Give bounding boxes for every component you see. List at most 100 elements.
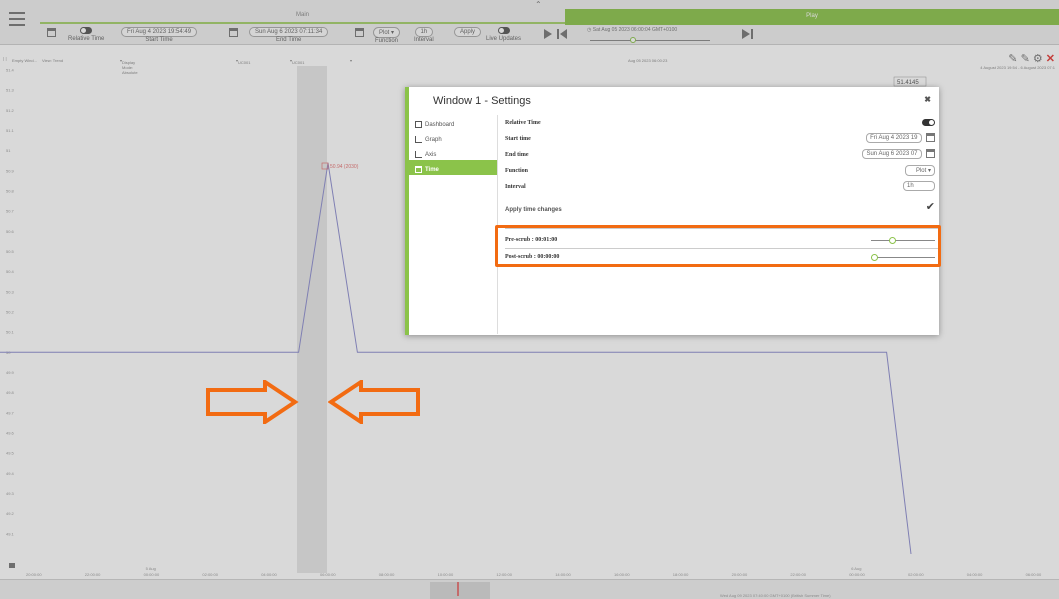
display-mode-select[interactable]: ▾ Display Mode: Absolute [120,58,138,75]
end-time-field[interactable]: Sun Aug 6 2023 07:11:34 [249,27,329,37]
axis-icon [415,151,422,158]
start-time-field[interactable]: Fri Aug 4 2023 19:54:49 [121,27,198,37]
apply-control[interactable]: Apply [454,27,482,37]
graph-icon [415,136,422,143]
close-icon[interactable]: ✖ [924,95,931,104]
interval-field[interactable]: 1h [414,27,434,37]
function-field[interactable]: Plot ▾ [905,165,935,176]
skip-back-icon[interactable] [560,29,567,39]
y-tick-label: 51.1 [6,128,15,133]
menu-icon[interactable] [9,12,25,26]
playback-slider-knob[interactable] [630,37,636,43]
y-tick-label: 50.8 [6,189,15,194]
tag-select-1[interactable]: ▾ UC001 [236,58,250,65]
y-tick-label: 50.2 [6,310,15,315]
x-tick-label: 20:00:00 [26,572,42,577]
link-icon[interactable]: ✎ [1021,53,1030,65]
skip-forward-icon[interactable] [742,29,750,39]
calendar-icon[interactable] [926,133,935,143]
nav-item-dashboard[interactable]: Dashboard [409,115,497,130]
function-select[interactable]: Plot ▾ [373,27,401,38]
x-tick-label: 06:00:00 [1026,572,1042,577]
window-name[interactable]: Empty Wind... [12,58,37,63]
function-control[interactable]: Plot ▾ Function [373,27,401,44]
y-tick-label: 49.1 [6,531,15,536]
tab-main[interactable]: Main [40,10,565,24]
left-arrow-icon [328,380,420,424]
calendar-icon[interactable] [47,28,56,39]
relative-time-row: Relative Time [505,115,941,131]
interval-field[interactable]: 1h [903,181,935,191]
y-tick-label: 50.4 [6,269,15,274]
edit-icon[interactable]: ✎ [1008,53,1017,65]
y-tick-label: 51.4 [6,68,15,73]
playback-slider[interactable] [590,37,710,43]
grid-icon[interactable]: ∷ [3,56,7,63]
x-tick-label: 10:00:00 [438,572,454,577]
view-toolbar: ∷ Empty Wind... View: Trend ▾ Display Mo… [0,56,1059,75]
relative-time-toggle[interactable]: Relative Time [68,27,104,42]
y-tick-label: 50.1 [6,330,15,335]
nav-label: Graph [425,136,442,143]
apply-label: Apply time changes [505,207,562,213]
nav-label: Dashboard [425,121,455,128]
nav-item-graph[interactable]: Graph [409,130,497,145]
status-text: Wed Aug 09 2023 07:40:00 GMT+0100 (Briti… [720,593,831,598]
interval-control: 1h [903,181,935,191]
right-arrow-icon [206,380,299,424]
apply-check-button[interactable]: ✔ [926,200,935,213]
calendar-icon[interactable] [926,149,935,159]
timeline-cursor[interactable] [457,582,459,596]
tag-select-2[interactable]: ▾ UC001 [290,58,304,65]
interval-row: Interval 1h [505,179,941,195]
x-tick-label: 18:00:00 [673,572,689,577]
end-calendar-icon[interactable] [355,28,364,39]
function-value: Plot [379,30,390,36]
nav-item-time[interactable]: Time [409,160,497,175]
start-time-control[interactable]: Fri Aug 4 2023 19:54:49 Start Time [121,27,198,43]
nav-label: Axis [425,151,437,158]
toggle-icon[interactable] [80,27,93,34]
play-icon[interactable] [544,29,552,39]
toggle-icon[interactable] [497,27,510,34]
view-select[interactable]: View: Trend [42,58,63,63]
skip-back-bar-icon[interactable] [557,29,559,39]
relative-time-label: Relative Time [68,36,105,42]
skip-forward-bar-icon[interactable] [751,29,753,39]
gear-icon[interactable]: ⚙ [1033,53,1043,65]
y-tick-label: 49.6 [6,431,15,436]
start-time-row: Start time Fri Aug 4 2023 19 [505,131,941,147]
end-time-control: Sun Aug 6 2023 07 [862,149,935,159]
function-row: Function Plot ▾ [505,163,941,179]
timeline-footer[interactable] [0,579,1059,599]
relative-time-label: Relative Time [505,120,541,126]
checkmark-icon[interactable]: ✔ [926,201,935,213]
toggle-icon[interactable] [922,119,935,126]
lock-icon[interactable] [9,563,15,568]
start-time-field[interactable]: Fri Aug 4 2023 19 [866,133,922,143]
timeline-window[interactable] [430,582,490,599]
playback-time-text: Sat Aug 05 2023 06:00:04 GMT+0100 [592,27,678,33]
interval-control[interactable]: 1h Interval [414,27,434,43]
y-tick-label: 49.2 [6,511,15,516]
nav-item-axis[interactable]: Axis [409,145,497,160]
start-time-control: Fri Aug 4 2023 19 [866,133,935,143]
x-tick-label: 16:00:00 [614,572,630,577]
time-settings-panel: Relative Time Start time Fri Aug 4 2023 … [505,115,941,261]
y-tick-label: 49.4 [6,471,15,476]
scrub-band [297,66,327,573]
collapse-chevron-icon[interactable]: ⌃ [535,0,542,9]
x-day-label: 5 Aug [146,566,156,571]
close-icon[interactable]: ✕ [1046,53,1055,65]
x-tick-label: 08:00:00 [379,572,395,577]
live-updates-control[interactable]: Live Updates [486,27,521,42]
end-time-field[interactable]: Sun Aug 6 2023 07 [862,149,922,159]
end-time-control[interactable]: Sun Aug 6 2023 07:11:34 End Time [249,27,329,43]
tag-select-dropdown[interactable]: ▾ [350,58,352,63]
function-select[interactable]: Plot ▾ [905,165,935,176]
apply-button[interactable]: Apply [454,27,482,37]
start-calendar-icon[interactable] [229,28,238,39]
tab-play[interactable]: Play [565,9,1059,25]
relative-time-toggle[interactable] [922,119,935,128]
x-tick-label: 22:00:00 [790,572,806,577]
